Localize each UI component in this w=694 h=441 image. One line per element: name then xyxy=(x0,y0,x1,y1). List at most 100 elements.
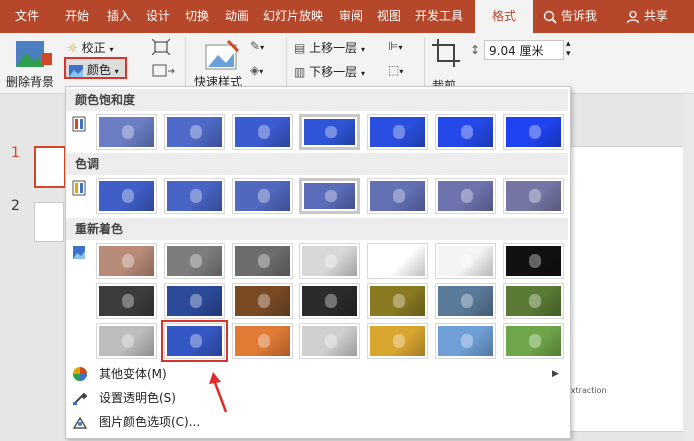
recolor-swatch[interactable] xyxy=(299,243,360,279)
recolor-swatch[interactable] xyxy=(503,323,564,359)
tab-design[interactable]: 设计 xyxy=(141,0,175,33)
set-transparent-color-label: 设置透明色(S) xyxy=(99,391,176,405)
recolor-icon xyxy=(73,246,85,259)
tone-swatch[interactable] xyxy=(435,178,496,214)
color-label: 颜色 xyxy=(86,63,111,77)
tone-header: 色调 xyxy=(66,153,568,175)
chevron-down-icon: ▾ xyxy=(399,67,404,76)
chevron-right-icon: ▶ xyxy=(552,369,559,379)
tab-view[interactable]: 视图 xyxy=(372,0,406,33)
set-transparent-color-item[interactable]: 设置透明色(S) xyxy=(66,387,568,409)
pencil-icon: ✎ xyxy=(250,39,261,53)
tone-icon xyxy=(72,180,86,196)
color-wheel-icon xyxy=(73,367,87,381)
tone-swatch[interactable] xyxy=(96,178,157,214)
recolor-swatch[interactable] xyxy=(367,243,428,279)
tab-review[interactable]: 审阅 xyxy=(334,0,368,33)
slide-thumbnail-1[interactable] xyxy=(34,146,66,188)
eyedropper-icon xyxy=(73,392,88,405)
recolor-swatch[interactable] xyxy=(96,243,157,279)
recolor-swatch[interactable] xyxy=(435,243,496,279)
recolor-swatch[interactable] xyxy=(503,283,564,319)
picture-color-options-item[interactable]: 图片颜色选项(C)... xyxy=(66,411,568,433)
chevron-down-icon: ▾ xyxy=(361,69,366,78)
recolor-swatch[interactable] xyxy=(503,243,564,279)
recolor-swatch[interactable] xyxy=(367,323,428,359)
saturation-swatch[interactable] xyxy=(367,114,428,150)
tab-animations[interactable]: 动画 xyxy=(220,0,254,33)
recolor-swatch[interactable] xyxy=(96,283,157,319)
recolor-swatch[interactable] xyxy=(96,323,157,359)
send-backward-label: 下移一层 xyxy=(309,65,358,79)
saturation-swatch[interactable] xyxy=(96,114,157,150)
quick-styles-button[interactable]: 快速样式 xyxy=(194,39,242,89)
picture-border-button[interactable]: ✎▾ xyxy=(250,39,264,53)
effects-icon: ◈ xyxy=(250,63,260,77)
quick-styles-icon xyxy=(205,39,240,70)
recolor-swatch[interactable] xyxy=(164,243,225,279)
recolor-swatch[interactable] xyxy=(232,323,293,359)
recolor-swatch[interactable] xyxy=(299,283,360,319)
person-icon xyxy=(626,10,640,23)
spin-buttons[interactable]: ▴ ▾ xyxy=(566,39,571,59)
width-input[interactable]: 9.04 厘米 xyxy=(484,40,564,60)
saturation-swatch[interactable] xyxy=(164,114,225,150)
tab-home[interactable]: 开始 xyxy=(60,0,94,33)
corrections-button[interactable]: ☼ 校正 ▾ xyxy=(67,39,113,56)
chevron-down-icon: ▾ xyxy=(114,67,119,76)
group-button[interactable]: ⬚▾ xyxy=(388,63,403,77)
tone-swatch[interactable] xyxy=(299,178,360,214)
picture-effects-button[interactable]: ◈▾ xyxy=(250,63,263,77)
tone-swatch[interactable] xyxy=(164,178,225,214)
search-icon xyxy=(543,10,557,24)
send-backward-button[interactable]: ▥ 下移一层 ▾ xyxy=(294,63,365,80)
send-backward-icon: ▥ xyxy=(294,65,306,79)
saturation-swatch[interactable] xyxy=(299,114,360,150)
tab-file[interactable]: 文件 xyxy=(8,0,46,33)
remove-background-label: 删除背景 xyxy=(6,75,55,89)
tab-insert[interactable]: 插入 xyxy=(102,0,136,33)
saturation-swatch[interactable] xyxy=(232,114,293,150)
chevron-down-icon: ▾ xyxy=(260,43,265,52)
tab-slideshow[interactable]: 幻灯片放映 xyxy=(258,0,328,33)
bring-forward-button[interactable]: ▤ 上移一层 ▾ xyxy=(294,39,365,56)
vertical-scrollbar[interactable] xyxy=(683,94,694,441)
height-stepper[interactable]: ↕ xyxy=(470,43,480,57)
picture-color-options-label: 图片颜色选项(C)... xyxy=(99,415,201,429)
ribbon-separator xyxy=(286,37,287,89)
remove-background-icon xyxy=(16,41,52,67)
tell-me-label: 告诉我 xyxy=(560,9,597,23)
recolor-swatch[interactable] xyxy=(299,323,360,359)
align-button[interactable]: ⊫▾ xyxy=(388,39,402,53)
compress-pictures-button[interactable] xyxy=(151,38,171,58)
tone-swatch[interactable] xyxy=(367,178,428,214)
recolor-swatch[interactable] xyxy=(161,320,228,362)
tab-transitions[interactable]: 切换 xyxy=(180,0,214,33)
remove-background-button[interactable]: 删除背景 xyxy=(6,39,56,89)
slide-number: 1 xyxy=(11,145,20,161)
bring-forward-label: 上移一层 xyxy=(309,41,358,55)
saturation-swatch[interactable] xyxy=(435,114,496,150)
color-dropdown-menu: 颜色饱和度 色调 重新着色 其他变体(M) ▶ 设置透明色(S) 图片颜色选项(… xyxy=(65,86,571,439)
tone-swatch[interactable] xyxy=(232,178,293,214)
bring-forward-icon: ▤ xyxy=(294,41,306,55)
more-variations-item[interactable]: 其他变体(M) ▶ xyxy=(66,363,568,385)
share-button[interactable]: 共享 xyxy=(626,0,668,33)
recolor-swatch[interactable] xyxy=(232,283,293,319)
picture-color-icon xyxy=(69,64,83,77)
recolor-swatch[interactable] xyxy=(435,323,496,359)
recolor-swatch[interactable] xyxy=(367,283,428,319)
recolor-swatch[interactable] xyxy=(435,283,496,319)
recolor-swatch[interactable] xyxy=(232,243,293,279)
tab-format[interactable]: 格式 xyxy=(475,0,533,33)
color-button[interactable]: 颜色 ▾ xyxy=(64,57,127,79)
slide-thumbnail-2[interactable] xyxy=(34,202,64,242)
recolor-swatch[interactable] xyxy=(164,283,225,319)
crop-button[interactable]: 裁剪 xyxy=(432,39,460,93)
tell-me-search[interactable]: 告诉我 xyxy=(543,0,597,33)
tab-developer[interactable]: 开发工具 xyxy=(410,0,468,33)
annotation-arrow-icon xyxy=(209,372,228,413)
saturation-swatch[interactable] xyxy=(503,114,564,150)
change-picture-button[interactable] xyxy=(152,63,178,82)
tone-swatch[interactable] xyxy=(503,178,564,214)
